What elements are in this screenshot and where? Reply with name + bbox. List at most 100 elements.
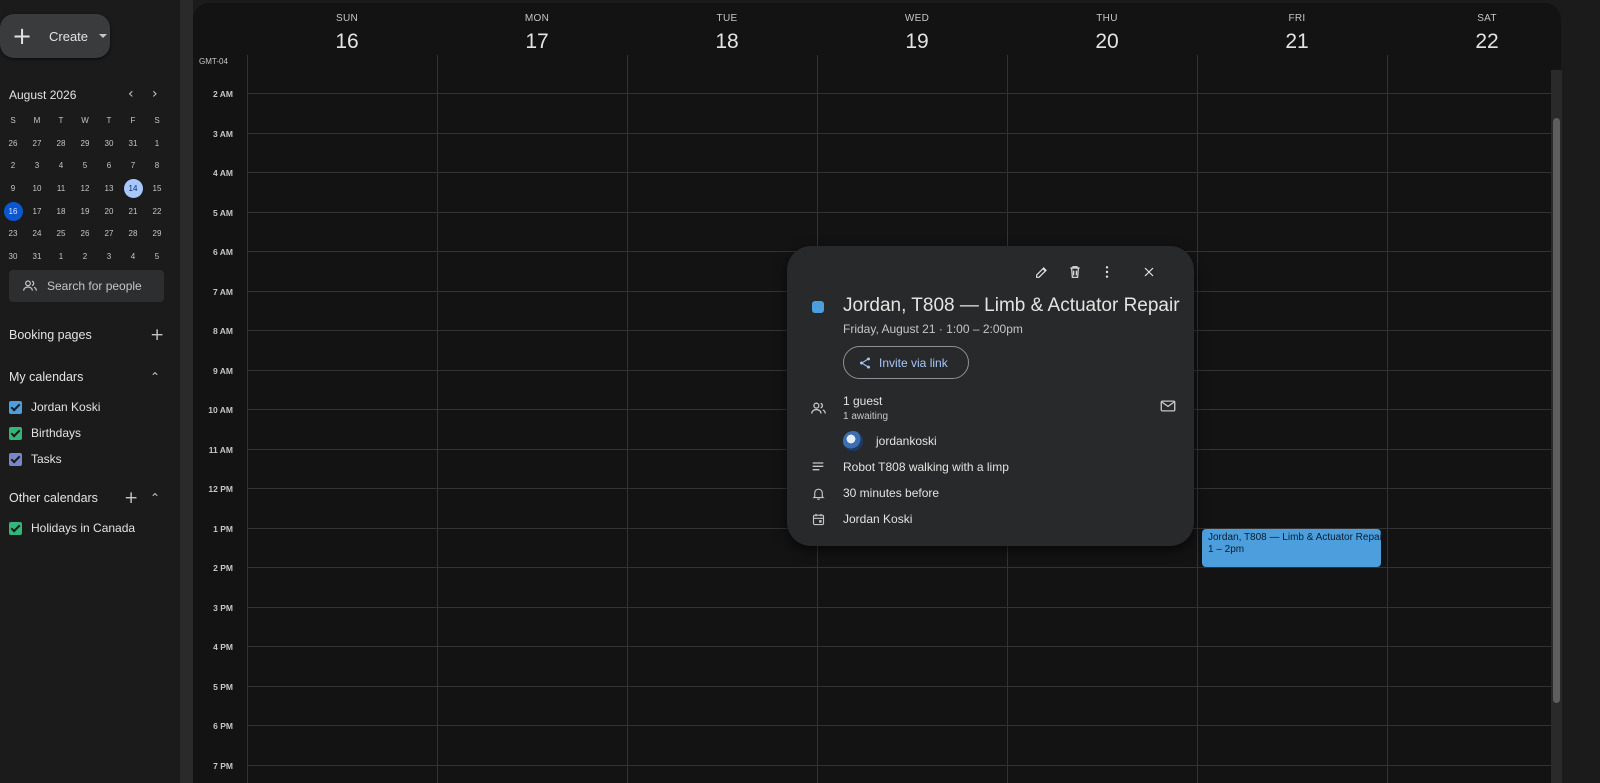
mini-calendar-day[interactable]: 23 [1,224,25,244]
close-button[interactable] [1137,260,1161,284]
day-header[interactable]: MON 17 [442,3,632,63]
hour-label: 3 PM [213,602,233,613]
mini-calendar-day-label: 13 [104,184,114,194]
mini-calendar-day-label: 28 [128,229,138,239]
delete-button[interactable] [1063,260,1087,284]
mini-calendar-day[interactable]: 12 [73,179,97,199]
hour-label: 3 AM [213,128,233,139]
sidebar-scrollbar[interactable] [180,0,193,783]
day-number[interactable]: 19 [822,30,1012,54]
day-number[interactable]: 18 [632,30,822,54]
mini-calendar-day[interactable]: 10 [25,179,49,199]
mini-calendar-day[interactable]: 13 [97,179,121,199]
mini-calendar-day[interactable]: 27 [97,224,121,244]
search-people-input[interactable]: Search for people [9,270,164,302]
my-calendars-section[interactable]: My calendars ⌃ [9,369,169,385]
day-header[interactable]: FRI 21 [1202,3,1392,63]
add-booking-icon[interactable]: + [150,327,164,344]
day-number[interactable]: 22 [1392,30,1561,54]
share-icon [860,356,870,369]
mini-calendar-day[interactable]: 21 [121,202,145,222]
create-label: Create [49,28,89,44]
mini-calendar-day-label: 16 [3,201,23,221]
day-number[interactable]: 16 [252,30,442,54]
add-calendar-icon[interactable]: + [124,490,138,507]
other-calendars-section[interactable]: Other calendars + ⌃ [9,490,169,507]
mini-calendar-day[interactable]: 27 [25,134,49,154]
calendar-item[interactable]: Tasks [9,451,62,467]
mini-calendar-day[interactable]: 1 [145,134,169,154]
mini-calendar-day[interactable]: 3 [97,247,121,267]
edit-button[interactable] [1030,260,1054,284]
mini-calendar-day[interactable]: 25 [49,224,73,244]
mini-calendar-day[interactable]: 31 [121,134,145,154]
mini-calendar-day-label: 8 [154,161,160,171]
mini-calendar-day[interactable]: 16 [1,201,25,222]
week-scrollbar[interactable] [1551,70,1562,783]
mini-calendar-day[interactable]: 7 [121,156,145,176]
pencil-icon [1036,267,1047,278]
mini-calendar-day[interactable]: 20 [97,202,121,222]
day-of-week: MON [524,13,550,24]
day-number[interactable]: 21 [1202,30,1392,54]
mini-calendar-day[interactable]: 9 [1,179,25,199]
create-button[interactable]: + Create [0,14,110,58]
mini-calendar-day[interactable]: 8 [145,156,169,176]
day-header[interactable]: TUE 18 [632,3,822,63]
mini-calendar-day[interactable]: 28 [49,134,73,154]
calendar-checkbox[interactable] [9,521,22,535]
mini-calendar-day[interactable]: 5 [145,247,169,267]
calendar-checkbox[interactable] [9,452,22,466]
mini-calendar-day-label: 4 [58,161,64,171]
mini-calendar-day[interactable]: 29 [73,134,97,154]
chevron-right-icon[interactable]: › [152,86,158,102]
mini-calendar-day[interactable]: 6 [97,156,121,176]
mini-calendar-day[interactable]: 2 [1,156,25,176]
mini-calendar-day[interactable]: 31 [25,247,49,267]
scrollbar-thumb[interactable] [1553,118,1560,703]
hour-gridline [247,93,1561,94]
mini-calendar-day[interactable]: 19 [73,202,97,222]
mini-calendar-day[interactable]: 14 [121,179,145,199]
mini-calendar-day[interactable]: 30 [97,134,121,154]
more-options-button[interactable] [1095,260,1119,284]
email-guests-icon[interactable] [1159,397,1177,415]
mini-calendar-day[interactable]: 11 [49,179,73,199]
day-header[interactable]: SUN 16 [252,3,442,63]
calendar-item[interactable]: Jordan Koski [9,399,100,415]
mini-calendar-day[interactable]: 22 [145,202,169,222]
mini-calendar-day[interactable]: 30 [1,247,25,267]
day-number[interactable]: 17 [442,30,632,54]
mini-calendar-day[interactable]: 28 [121,224,145,244]
day-header[interactable]: SAT 22 [1392,3,1561,63]
mini-calendar-day[interactable]: 18 [49,202,73,222]
mini-calendar-day[interactable]: 17 [25,202,49,222]
hour-gridline [247,725,1561,726]
calendar-item[interactable]: Holidays in Canada [9,520,135,536]
chevron-up-icon[interactable]: ⌃ [150,490,160,506]
calendar-checkbox[interactable] [9,400,22,414]
mini-calendar-day[interactable]: 26 [73,224,97,244]
invite-via-link-button[interactable]: Invite via link [843,346,969,379]
event-chip[interactable]: Jordan, T808 — Limb & Actuator Repair 1 … [1202,529,1381,567]
mini-calendar-day[interactable]: 24 [25,224,49,244]
day-number[interactable]: 20 [1012,30,1202,54]
mini-calendar-day[interactable]: 29 [145,224,169,244]
day-header[interactable]: WED 19 [822,3,1012,63]
chevron-up-icon[interactable]: ⌃ [150,369,160,385]
calendar-item[interactable]: Birthdays [9,425,81,441]
guest-name[interactable]: jordankoski [876,434,937,448]
calendar-checkbox[interactable] [9,426,22,440]
mini-calendar-day[interactable]: 2 [73,247,97,267]
mini-calendar-day[interactable]: 4 [121,247,145,267]
mini-calendar-day[interactable]: 1 [49,247,73,267]
mini-calendar-day[interactable]: 5 [73,156,97,176]
mini-calendar-dow: T [106,116,112,126]
mini-calendar-day[interactable]: 26 [1,134,25,154]
mini-calendar-day[interactable]: 4 [49,156,73,176]
mini-calendar-day[interactable]: 3 [25,156,49,176]
hour-label: 11 AM [208,444,233,455]
day-header[interactable]: THU 20 [1012,3,1202,63]
chevron-left-icon[interactable]: ‹ [128,86,134,102]
mini-calendar-day[interactable]: 15 [145,179,169,199]
